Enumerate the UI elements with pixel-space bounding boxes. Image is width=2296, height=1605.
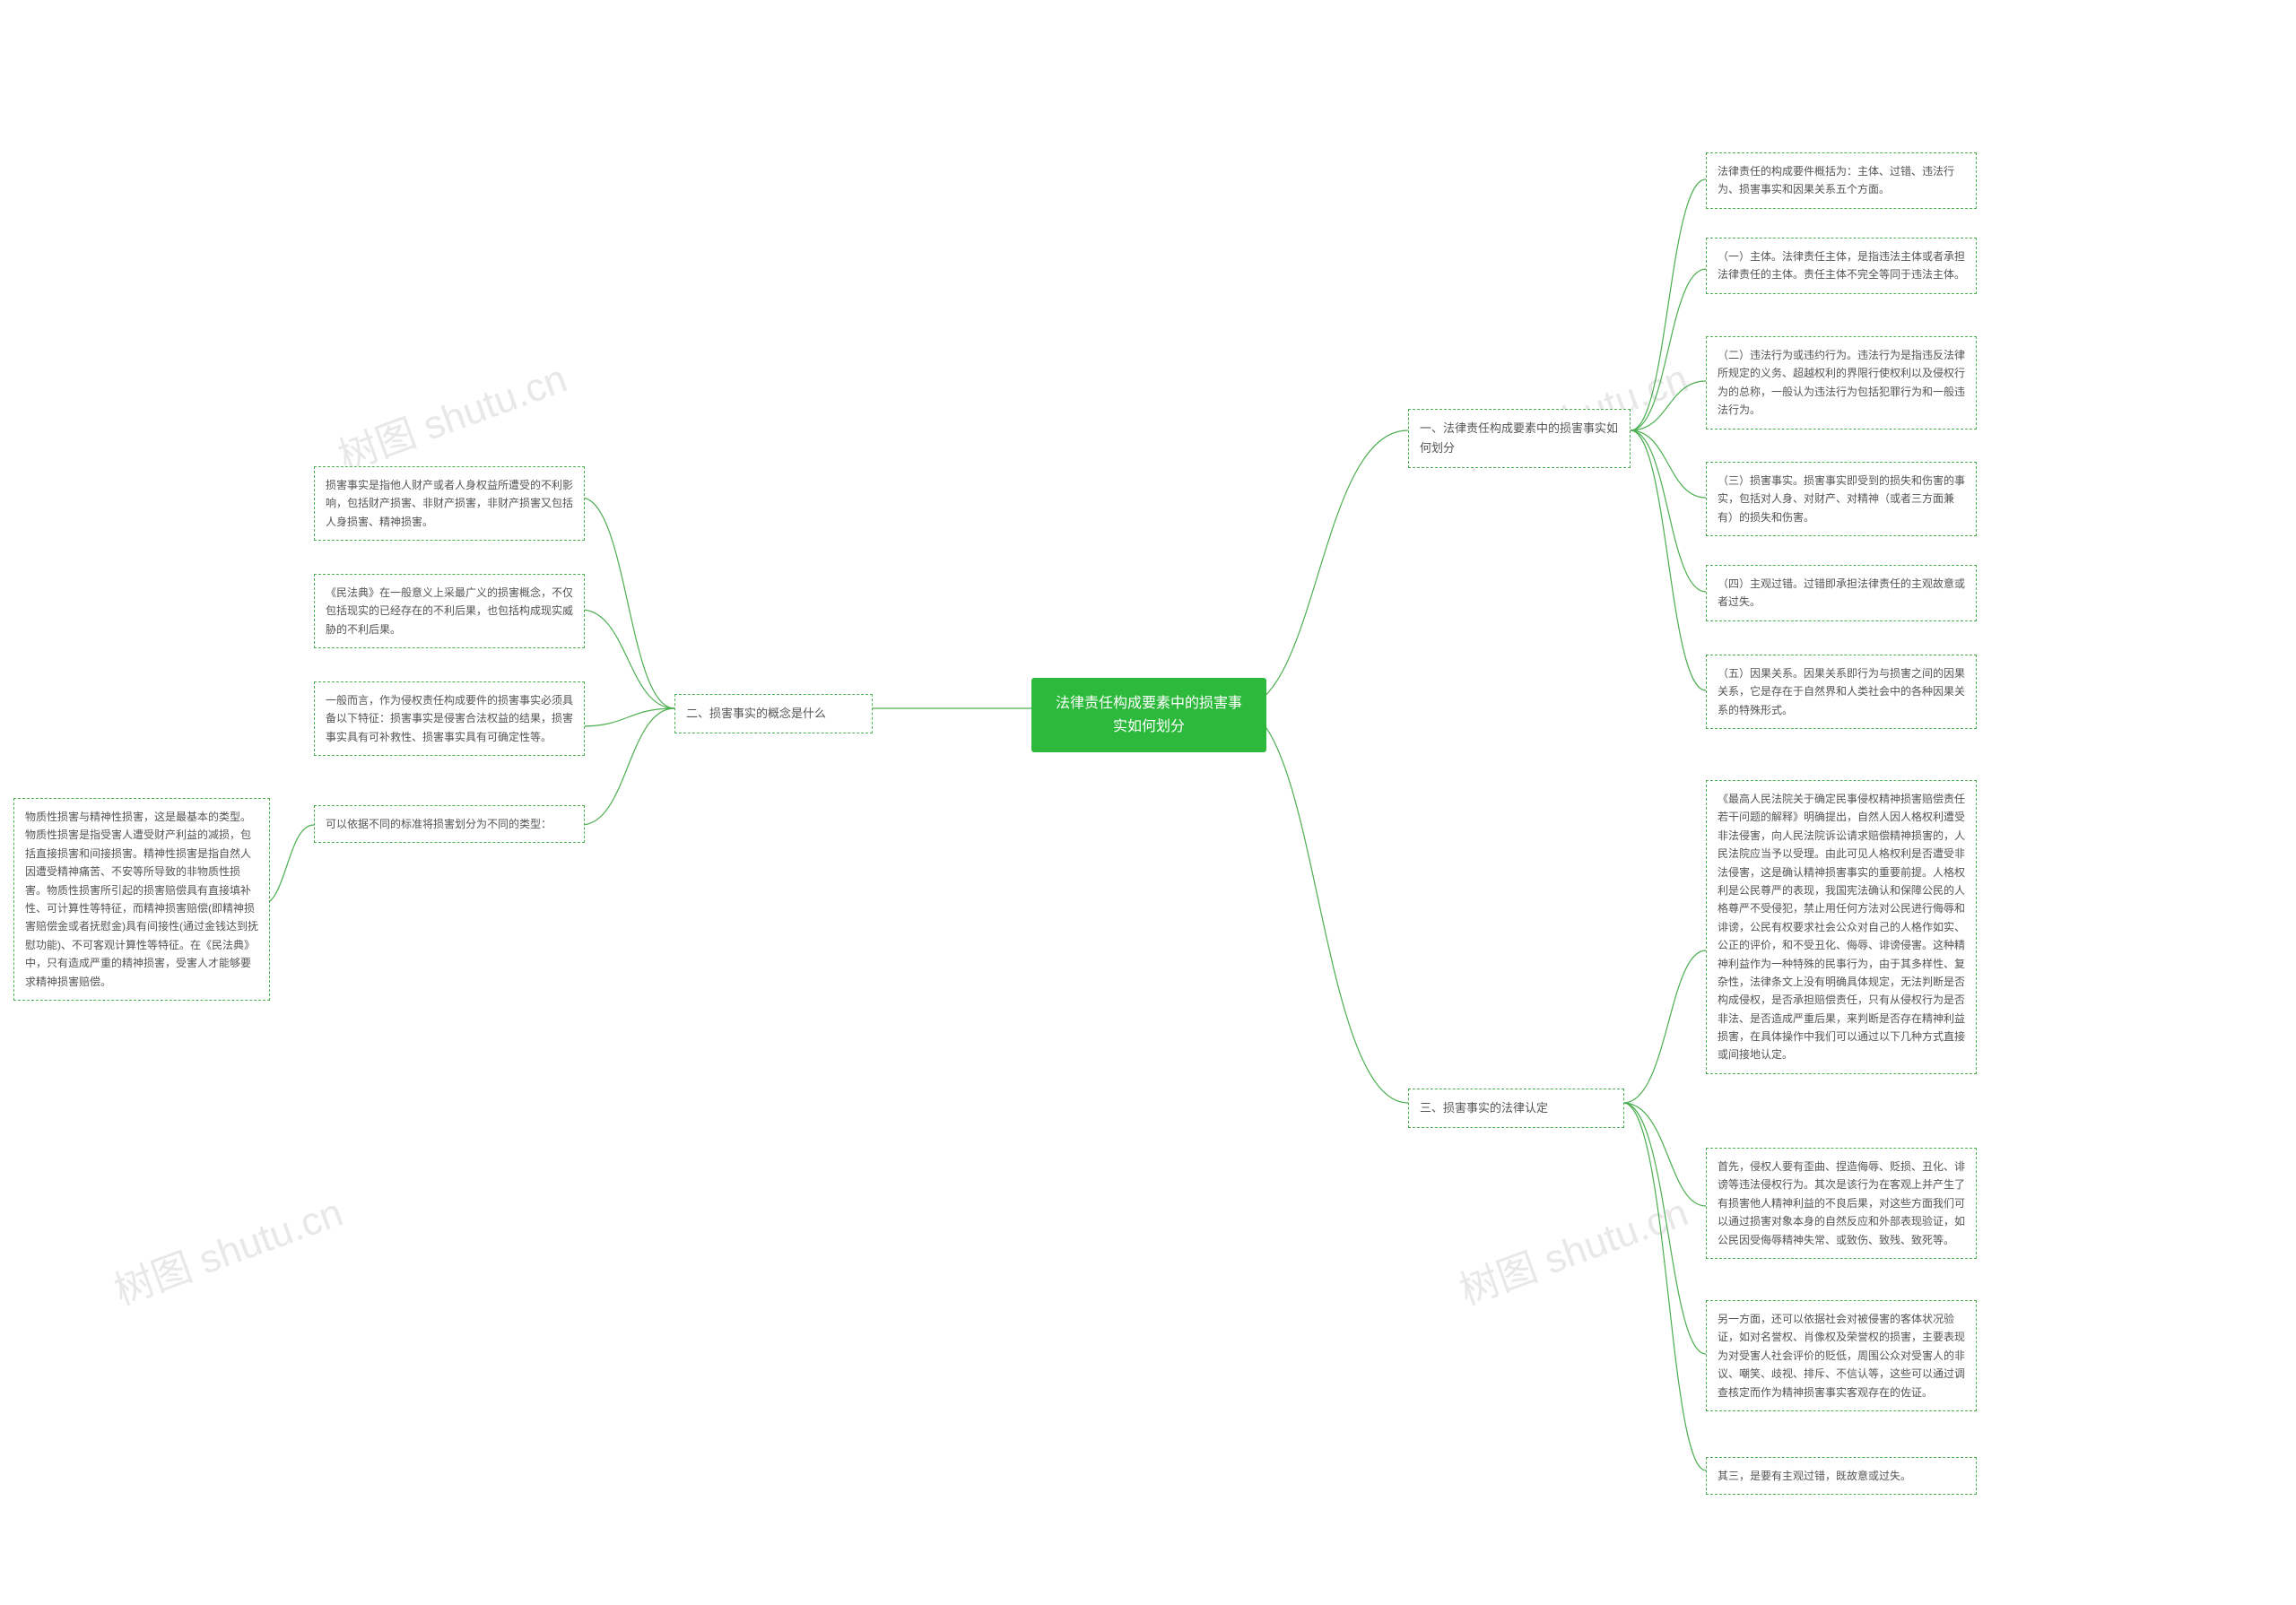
leaf-2-1[interactable]: 损害事实是指他人财产或者人身权益所遭受的不利影响，包括财产损害、非财产损害，非财… — [314, 466, 585, 541]
watermark: 树图 shutu.cn — [1450, 1180, 1694, 1315]
mindmap-canvas: 树图 shutu.cn 树图 shutu.cn 树图 shutu.cn 树图 s… — [0, 0, 2296, 1605]
branch-1[interactable]: 一、法律责任构成要素中的损害事实如何划分 — [1408, 409, 1631, 468]
leaf-1-3[interactable]: （二）违法行为或违约行为。违法行为是指违反法律所规定的义务、超越权利的界限行使权… — [1706, 336, 1977, 429]
center-node[interactable]: 法律责任构成要素中的损害事实如何划分 — [1031, 678, 1266, 752]
leaf-3-1[interactable]: 《最高人民法院关于确定民事侵权精神损害赔偿责任若干问题的解释》明确提出，自然人因… — [1706, 780, 1977, 1074]
leaf-3-4[interactable]: 其三，是要有主观过错，既故意或过失。 — [1706, 1457, 1977, 1495]
watermark: 树图 shutu.cn — [329, 346, 573, 482]
leaf-1-1[interactable]: 法律责任的构成要件概括为：主体、过错、违法行为、损害事实和因果关系五个方面。 — [1706, 152, 1977, 209]
leaf-1-6[interactable]: （五）因果关系。因果关系即行为与损害之间的因果关系，它是存在于自然界和人类社会中… — [1706, 655, 1977, 729]
leaf-1-4[interactable]: （三）损害事实。损害事实即受到的损失和伤害的事实，包括对人身、对财产、对精神（或… — [1706, 462, 1977, 536]
leaf-1-5[interactable]: （四）主观过错。过错即承担法律责任的主观故意或者过失。 — [1706, 565, 1977, 621]
leaf-2-3[interactable]: 一般而言，作为侵权责任构成要件的损害事实必须具备以下特征：损害事实是侵害合法权益… — [314, 681, 585, 756]
leaf-3-3[interactable]: 另一方面，还可以依据社会对被侵害的客体状况验证，如对名誉权、肖像权及荣誉权的损害… — [1706, 1300, 1977, 1411]
leaf-3-2[interactable]: 首先，侵权人要有歪曲、捏造侮辱、贬损、丑化、诽谤等违法侵权行为。其次是该行为在客… — [1706, 1148, 1977, 1259]
leaf-2-2[interactable]: 《民法典》在一般意义上采最广义的损害概念，不仅包括现实的已经存在的不利后果，也包… — [314, 574, 585, 648]
watermark: 树图 shutu.cn — [105, 1180, 349, 1315]
leaf-1-2[interactable]: （一）主体。法律责任主体，是指违法主体或者承担法律责任的主体。责任主体不完全等同… — [1706, 238, 1977, 294]
leaf-2-4[interactable]: 可以依据不同的标准将损害划分为不同的类型： — [314, 805, 585, 843]
branch-3[interactable]: 三、损害事实的法律认定 — [1408, 1089, 1624, 1128]
leaf-2-5[interactable]: 物质性损害与精神性损害，这是最基本的类型。物质性损害是指受害人遭受财产利益的减损… — [13, 798, 270, 1001]
branch-2[interactable]: 二、损害事实的概念是什么 — [674, 694, 873, 733]
